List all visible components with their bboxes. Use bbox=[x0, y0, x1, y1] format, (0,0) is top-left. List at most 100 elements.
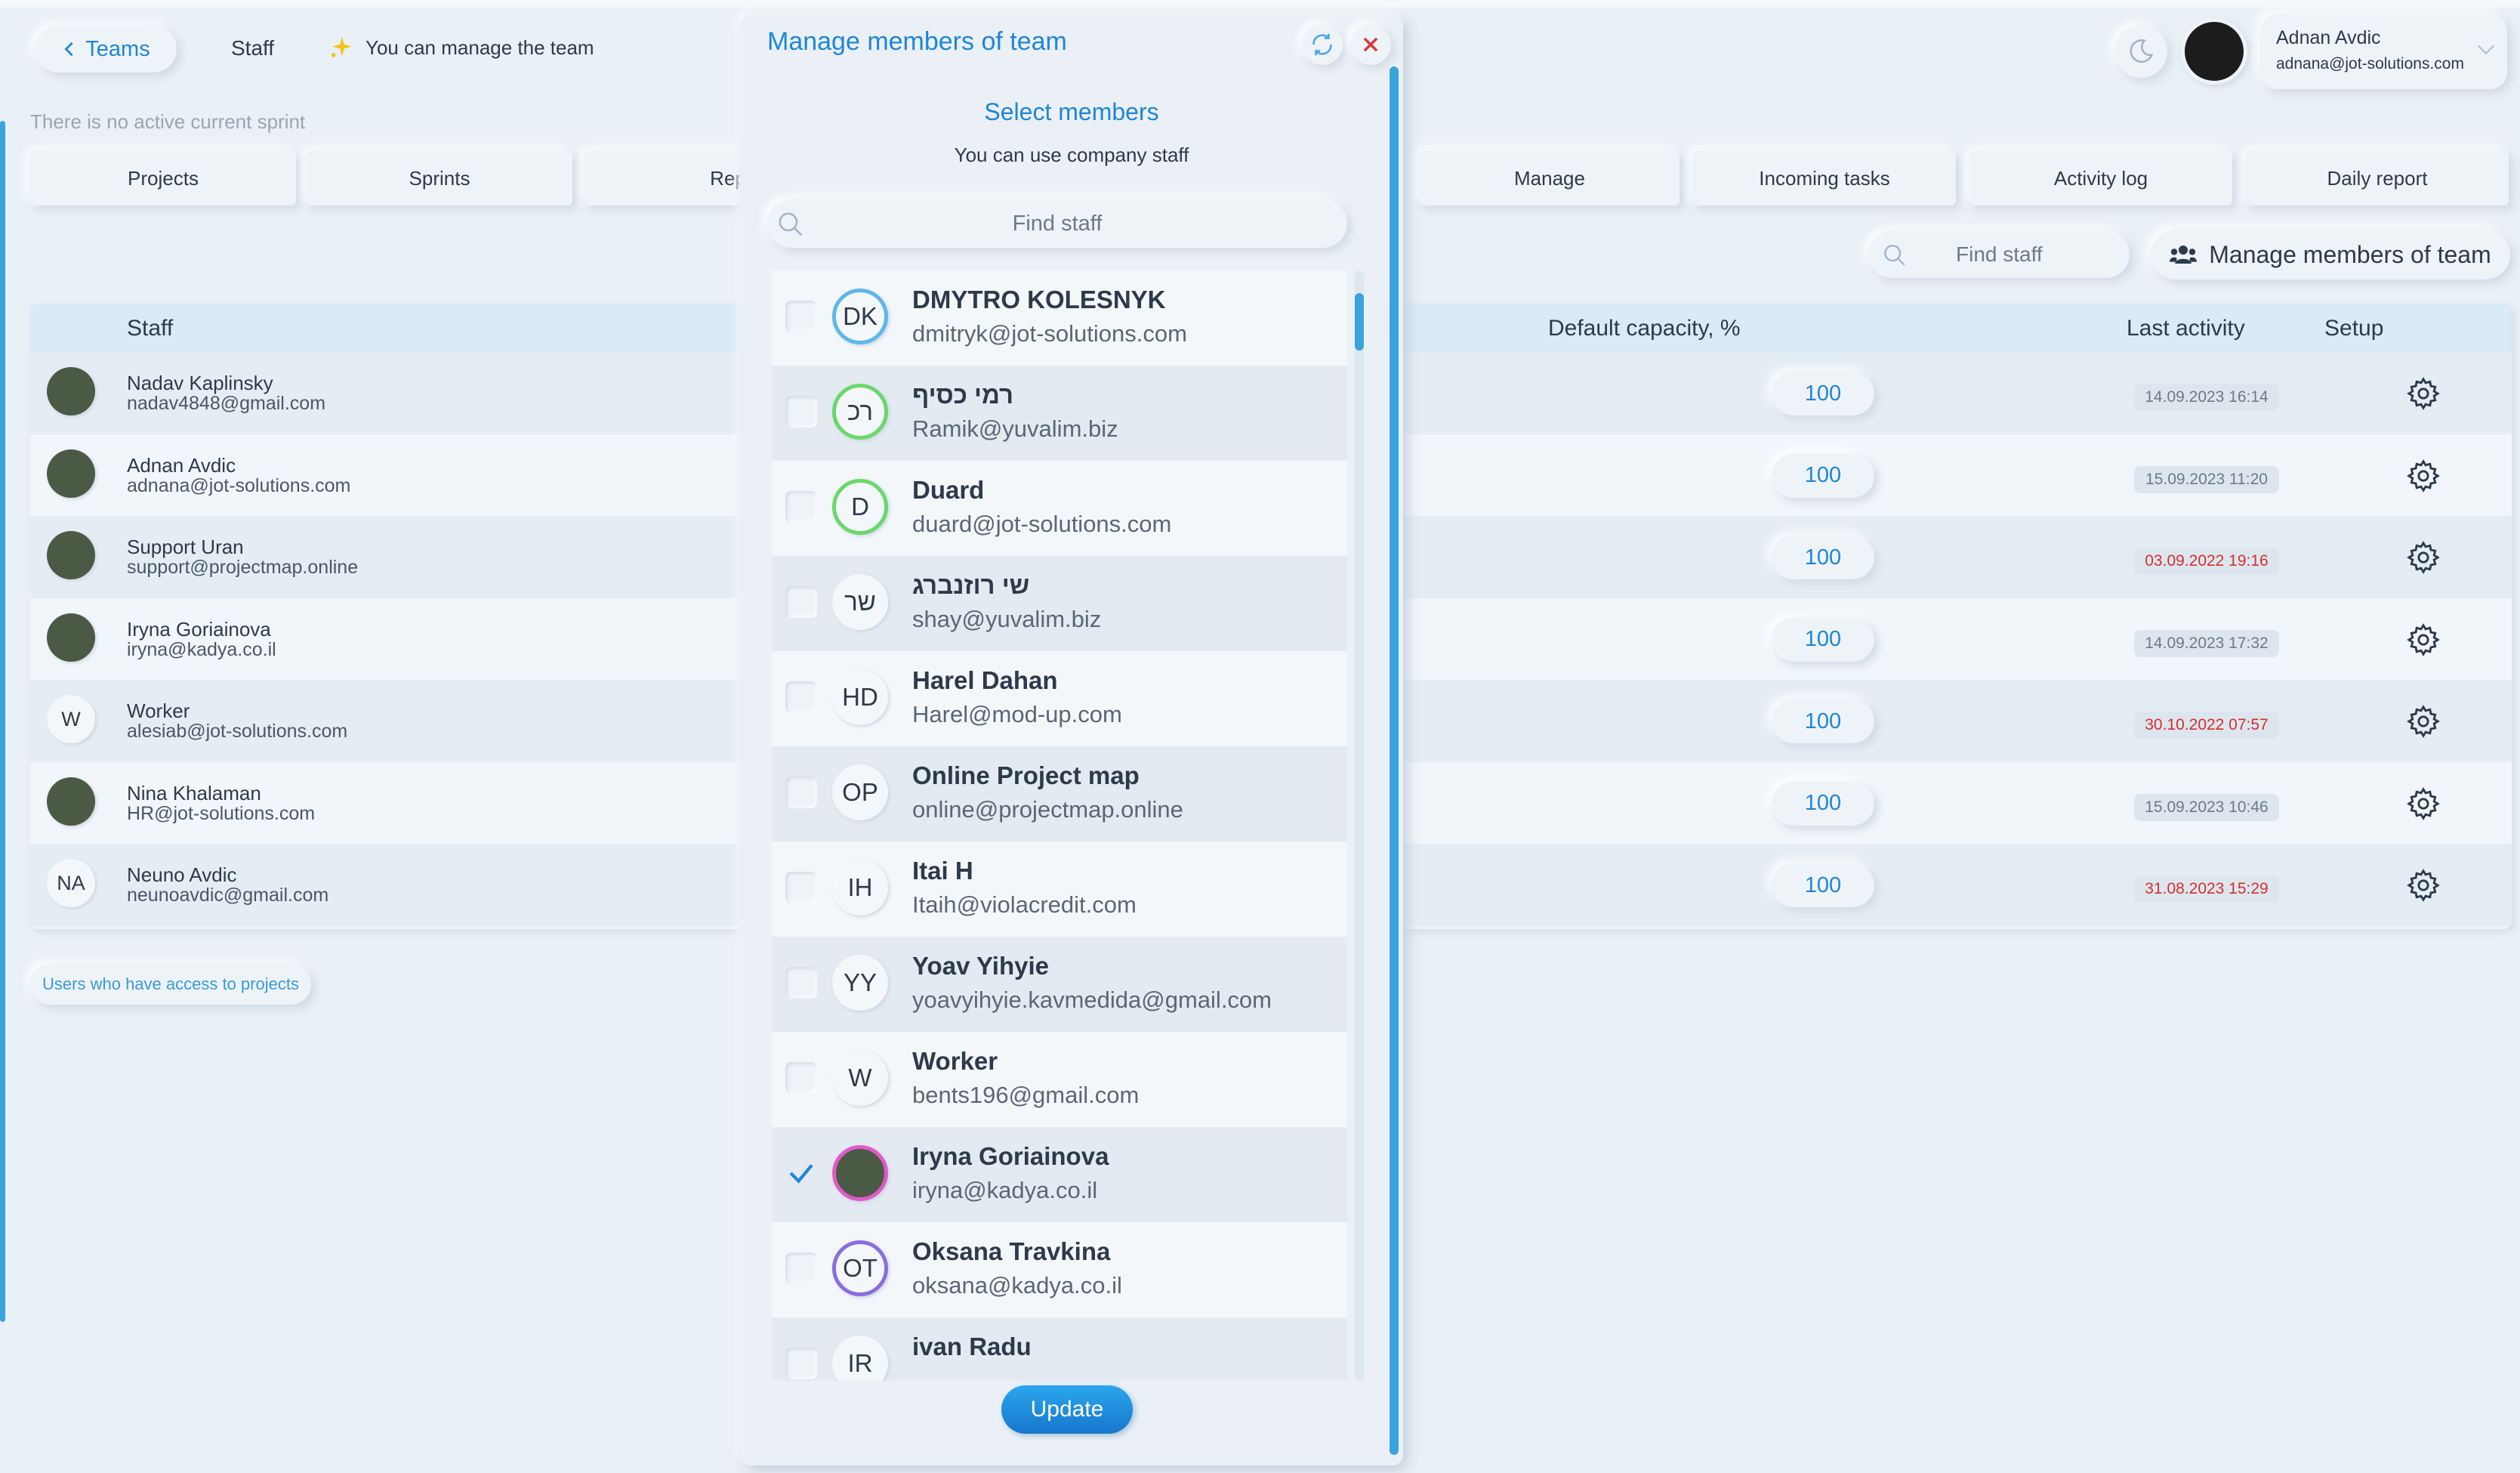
settings-gear-icon[interactable] bbox=[2406, 459, 2441, 493]
tab-sprints[interactable]: Sprints bbox=[307, 151, 572, 205]
member-list-item[interactable]: YY Yoav Yihyie yoavyihyie.kavmedida@gmail.… bbox=[772, 937, 1347, 1032]
staff-email: neunoavdic@gmail.com bbox=[127, 885, 329, 906]
member-list-item[interactable]: שר שי רוזנברג shay@yuvalim.biz bbox=[772, 556, 1347, 651]
staff-avatar bbox=[47, 531, 95, 579]
member-email: duard@jot-solutions.com bbox=[912, 511, 1172, 537]
staff-avatar bbox=[47, 777, 95, 826]
settings-gear-icon[interactable] bbox=[2406, 622, 2441, 657]
member-list-item[interactable]: W Worker bents196@gmail.com bbox=[772, 1032, 1347, 1127]
refresh-icon bbox=[1312, 33, 1332, 56]
checkmark-icon bbox=[789, 1164, 813, 1184]
member-avatar: DK bbox=[832, 289, 888, 344]
staff-name: Neuno Avdic bbox=[127, 863, 237, 886]
tab-projects[interactable]: Projects bbox=[30, 151, 296, 205]
member-checkbox[interactable] bbox=[785, 777, 817, 808]
members-scrollbar[interactable] bbox=[1355, 270, 1364, 1381]
member-avatar: IH bbox=[832, 860, 888, 916]
chevron-down-icon bbox=[2477, 45, 2495, 55]
close-icon bbox=[1363, 37, 1378, 52]
member-checkbox[interactable] bbox=[785, 301, 817, 332]
access-users-link[interactable]: Users who have access to projects bbox=[30, 964, 311, 1005]
capacity-field[interactable]: 100 bbox=[1772, 699, 1874, 743]
member-checkbox[interactable] bbox=[785, 1157, 817, 1189]
last-activity-badge: 30.10.2022 07:57 bbox=[2134, 712, 2279, 739]
modal-subtitle: Select members bbox=[984, 98, 1159, 125]
member-email: Ramik@yuvalim.biz bbox=[912, 415, 1118, 442]
last-activity-badge: 14.09.2023 17:32 bbox=[2134, 629, 2279, 657]
member-checkbox[interactable] bbox=[785, 396, 817, 428]
member-email: Itaih@violacredit.com bbox=[912, 891, 1137, 918]
tab-incoming-tasks[interactable]: Incoming tasks bbox=[1693, 151, 1956, 205]
staff-email: support@projectmap.online bbox=[127, 557, 359, 578]
app-page: Teams Staff You can manage the team Ther… bbox=[0, 0, 2520, 1473]
user-menu[interactable]: Adnan Avdic adnana@jot-solutions.com bbox=[2261, 14, 2507, 89]
member-list-item[interactable]: OP Online Project map online@projectmap.on… bbox=[772, 746, 1347, 841]
member-checkbox[interactable] bbox=[785, 681, 817, 713]
staff-name: Iryna Goriainova bbox=[127, 617, 271, 641]
member-checkbox[interactable] bbox=[785, 491, 817, 523]
member-name: ivan Radu bbox=[912, 1332, 1032, 1360]
capacity-field[interactable]: 100 bbox=[1772, 617, 1874, 662]
member-avatar: OT bbox=[832, 1240, 888, 1296]
member-checkbox[interactable] bbox=[785, 1252, 817, 1284]
user-avatar[interactable] bbox=[2181, 18, 2247, 85]
find-staff-input[interactable]: Find staff bbox=[1868, 231, 2130, 278]
last-activity-badge: 31.08.2023 15:29 bbox=[2134, 875, 2279, 903]
member-list-item[interactable]: DK DMYTRO KOLESNYK dmitryk@jot-solutions.c… bbox=[772, 270, 1347, 366]
last-activity-badge: 15.09.2023 10:46 bbox=[2134, 793, 2279, 821]
member-checkbox[interactable] bbox=[785, 586, 817, 618]
last-activity-badge: 03.09.2022 19:16 bbox=[2134, 548, 2279, 575]
tab-activity-log[interactable]: Activity log bbox=[1969, 151, 2232, 205]
capacity-field[interactable]: 100 bbox=[1772, 781, 1874, 826]
member-list-item[interactable]: IR ivan Radu bbox=[772, 1317, 1347, 1381]
find-staff-placeholder: Find staff bbox=[1956, 242, 2043, 266]
member-list-item[interactable]: Iryna Goriainova iryna@kadya.co.il bbox=[772, 1127, 1347, 1222]
users-icon bbox=[2170, 246, 2198, 264]
top-strip bbox=[0, 0, 2520, 8]
sparkle-icon bbox=[331, 36, 352, 57]
staff-avatar bbox=[47, 449, 95, 498]
update-button[interactable]: Update bbox=[1001, 1385, 1133, 1434]
capacity-field[interactable]: 100 bbox=[1772, 536, 1874, 579]
member-list-item[interactable]: IH Itai H Itaih@violacredit.com bbox=[772, 841, 1347, 937]
settings-gear-icon[interactable] bbox=[2406, 868, 2441, 903]
member-email: oksana@kadya.co.il bbox=[912, 1272, 1122, 1299]
tab-manage[interactable]: Manage bbox=[1420, 151, 1679, 205]
back-to-teams-button[interactable]: Teams bbox=[35, 26, 177, 73]
tab-daily-report[interactable]: Daily report bbox=[2246, 151, 2509, 205]
modal-search-input[interactable]: Find staff bbox=[767, 199, 1347, 248]
member-checkbox[interactable] bbox=[785, 872, 817, 903]
member-email: shay@yuvalim.biz bbox=[912, 606, 1102, 632]
manage-members-button[interactable]: Manage members of team bbox=[2151, 230, 2510, 279]
theme-toggle-button[interactable] bbox=[2114, 25, 2167, 78]
capacity-field[interactable]: 100 bbox=[1772, 453, 1874, 498]
manage-members-label: Manage members of team bbox=[2209, 240, 2491, 268]
member-list-item[interactable]: D Duard duard@jot-solutions.com bbox=[772, 461, 1347, 556]
member-list-item[interactable]: רכ רמי כסיף Ramik@yuvalim.biz bbox=[772, 366, 1347, 461]
close-modal-button[interactable] bbox=[1350, 24, 1391, 65]
member-list-item[interactable]: HD Harel Dahan Harel@mod-up.com bbox=[772, 651, 1347, 746]
staff-name: Support Uran bbox=[127, 536, 244, 558]
capacity-field[interactable]: 100 bbox=[1772, 372, 1874, 415]
member-checkbox[interactable] bbox=[785, 1348, 817, 1379]
member-checkbox[interactable] bbox=[785, 967, 817, 999]
staff-email: iryna@kadya.co.il bbox=[127, 638, 276, 660]
settings-gear-icon[interactable] bbox=[2406, 540, 2441, 575]
settings-gear-icon[interactable] bbox=[2406, 786, 2441, 821]
sprint-status: There is no active current sprint bbox=[30, 110, 306, 133]
settings-gear-icon[interactable] bbox=[2406, 704, 2441, 739]
member-email: iryna@kadya.co.il bbox=[912, 1177, 1098, 1203]
member-email: bents196@gmail.com bbox=[912, 1082, 1140, 1108]
modal-scrollbar[interactable] bbox=[1390, 66, 1399, 1455]
member-checkbox[interactable] bbox=[785, 1062, 817, 1094]
permission-text: You can manage the team bbox=[366, 36, 594, 59]
section-title: Staff bbox=[231, 36, 275, 60]
capacity-field[interactable]: 100 bbox=[1772, 863, 1874, 907]
members-scroll-thumb[interactable] bbox=[1355, 293, 1364, 350]
settings-gear-icon[interactable] bbox=[2406, 376, 2441, 411]
member-email: yoavyihyie.kavmedida@gmail.com bbox=[912, 987, 1272, 1013]
member-list-item[interactable]: OT Oksana Travkina oksana@kadya.co.il bbox=[772, 1222, 1347, 1317]
modal-search-placeholder: Find staff bbox=[1012, 211, 1103, 236]
moon-icon bbox=[2130, 39, 2154, 63]
refresh-button[interactable] bbox=[1302, 24, 1343, 65]
